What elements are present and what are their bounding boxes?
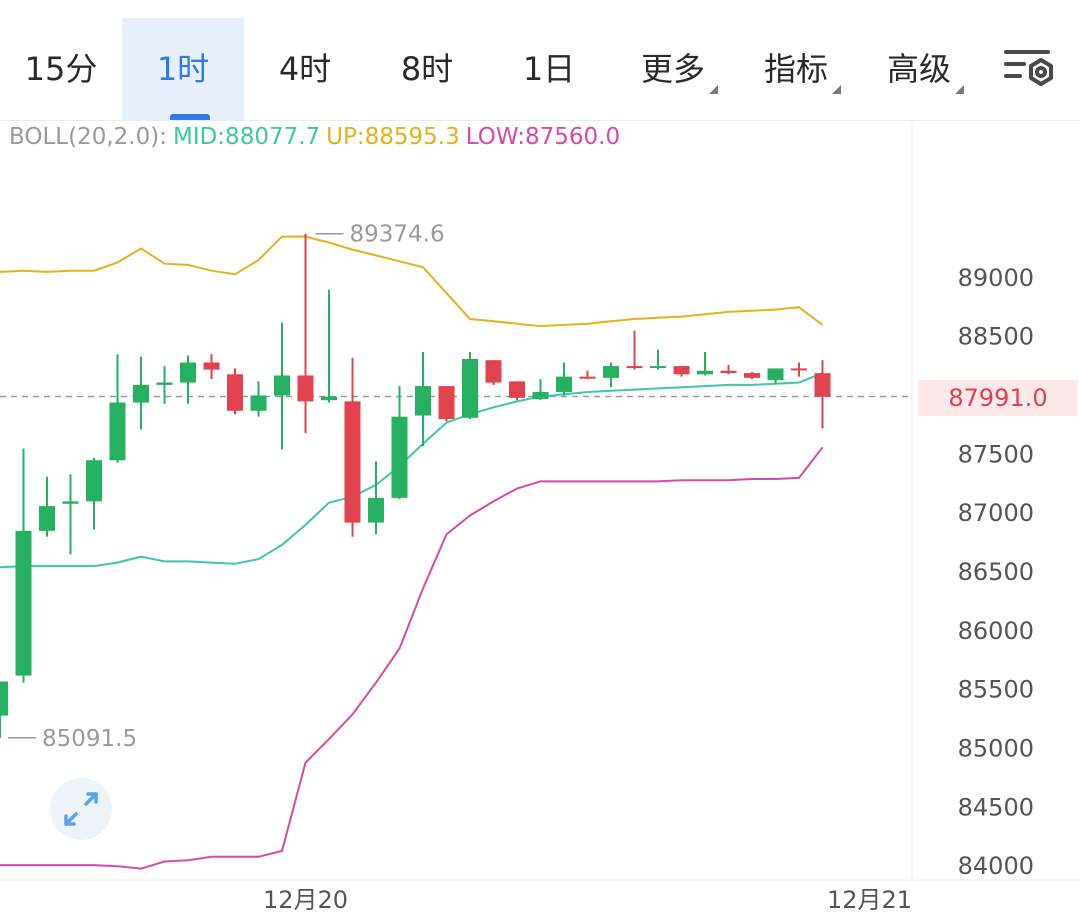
tab-3[interactable]: 8时 [366,18,488,120]
tab-4[interactable]: 1日 [488,18,610,120]
tab-label: 高级 [886,50,951,88]
x-tick-label: 12月20 [263,886,348,914]
candle-body [791,368,807,371]
high-marker-label: 89374.6 [350,222,445,248]
candle-body [180,362,196,383]
candle-body [15,530,32,676]
current-price-tag: 87991.0 [918,380,1078,416]
candle-body [39,506,55,531]
y-tick-label: 84000 [958,852,1034,880]
candle-body [767,368,784,381]
candle-body [203,362,220,370]
chart-settings-icon [1004,50,1053,86]
tab-label: 1时 [156,50,210,88]
candle-body [650,366,666,369]
candle-body [603,366,619,378]
y-tick-label: 88500 [958,323,1034,351]
candle-body [697,370,713,375]
candle-body [274,375,290,396]
tab-2[interactable]: 4时 [244,18,366,120]
y-tick-label: 89000 [958,264,1034,292]
candle-body [462,359,478,418]
candle-body [86,460,102,502]
tab-label: 1日 [522,50,576,88]
boll-upper-line [0,235,824,328]
candle-body [250,395,267,411]
candle-body [532,391,549,400]
low-marker-label: 85091.5 [42,726,137,752]
tab-label: 8时 [400,50,454,88]
candle-body [368,497,384,523]
timeframe-toolbar: 15分 1时 4时 8时 1日 更多 指标 高级 [0,0,1080,120]
tab-0[interactable]: 15分 [0,18,122,120]
dropdown-corner-icon [955,85,964,94]
expand-diagonal-icon [64,792,98,826]
candle-body [509,381,525,398]
candle-body [109,402,126,461]
candle-body [133,384,149,403]
candle-body [556,376,572,392]
dropdown-corner-icon [832,85,841,94]
candle-body [415,386,431,416]
tab-7[interactable]: 高级 [858,18,980,120]
y-tick-label: 84500 [958,793,1034,821]
candle-body [485,360,502,383]
candle-body [744,373,760,378]
dropdown-corner-icon [709,85,718,94]
candle-body [156,382,173,385]
candle-body [673,366,690,375]
tab-6[interactable]: 指标 [735,18,857,120]
tab-label: 15分 [24,50,98,88]
expand-chart-button[interactable] [50,778,112,840]
x-tick-label: 12月21 [827,886,912,914]
candle-body [297,375,314,402]
boll-lower-line [0,446,824,870]
y-tick-label: 87000 [958,499,1034,527]
candle-body [391,416,408,498]
candle-body [0,681,8,716]
candle-body [321,396,337,401]
y-tick-label: 85000 [958,735,1034,763]
candlestick-chart[interactable]: 84000 84500 85000 85500 86000 86500 87000 87500… [0,120,1080,922]
y-tick-label: 86000 [958,617,1034,645]
candle-body [62,501,79,504]
candle-body [814,373,831,397]
tab-5[interactable]: 更多 [612,18,734,120]
boll-mid-line [0,372,823,569]
candle-body [438,386,455,420]
candle-body [626,366,643,369]
tab-1[interactable]: 1时 [122,18,244,120]
chart-settings-button[interactable] [1000,40,1060,100]
tab-label: 4时 [278,50,332,88]
tab-label: 更多 [640,50,705,88]
current-price-label: 87991.0 [948,384,1048,412]
y-tick-label: 86500 [958,558,1034,586]
candle-body [720,370,737,374]
tab-label: 指标 [763,50,828,88]
candle-body [579,376,596,379]
candle-body [344,401,361,523]
candle-body [227,374,243,411]
y-tick-label: 87500 [958,440,1034,468]
y-tick-label: 85500 [958,676,1034,704]
